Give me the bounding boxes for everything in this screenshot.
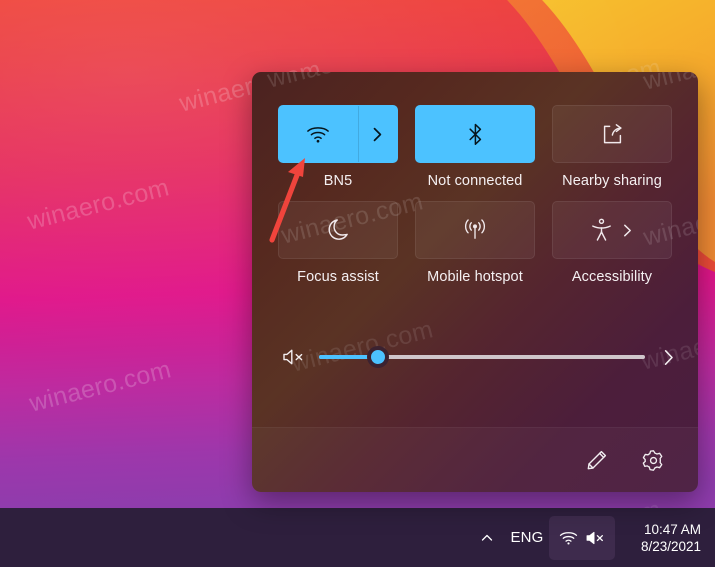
quick-settings-panel[interactable]: winaero.com winaero.com winaero.com wina…	[252, 72, 698, 492]
share-icon	[601, 123, 624, 146]
tile-cell-bluetooth: Not connected	[415, 105, 535, 190]
clock-time: 10:47 AM	[643, 521, 701, 537]
clock-button[interactable]: 10:47 AM 8/23/2021	[615, 516, 707, 560]
tile-cell-mobile-hotspot: Mobile hotspot	[415, 201, 535, 286]
settings-button[interactable]	[636, 443, 670, 477]
pencil-icon	[586, 449, 608, 471]
focus-assist-tile-label: Focus assist	[297, 269, 379, 285]
tray-status-icons[interactable]	[549, 515, 615, 560]
taskbar[interactable]: ENG 10:47 AM 8/23/2021	[0, 508, 715, 567]
bluetooth-icon	[466, 122, 485, 147]
wifi-tile[interactable]	[278, 105, 398, 163]
speaker-muted-icon	[585, 530, 605, 546]
bluetooth-tile-label: Not connected	[427, 173, 523, 189]
volume-row	[278, 337, 673, 377]
tile-cell-accessibility: Accessibility	[552, 201, 672, 286]
clock-date: 8/23/2021	[640, 538, 701, 554]
mobile-hotspot-tile-label: Mobile hotspot	[427, 269, 523, 285]
chevron-right-icon[interactable]	[621, 223, 634, 238]
tile-cell-nearby-sharing: Nearby sharing	[552, 105, 672, 190]
accessibility-tile[interactable]	[552, 201, 672, 259]
focus-assist-tile[interactable]	[278, 201, 398, 259]
hotspot-icon	[462, 219, 488, 241]
wifi-icon	[559, 530, 578, 546]
accessibility-tile-label: Accessibility	[571, 269, 653, 285]
edit-quick-settings-button[interactable]	[580, 443, 614, 477]
nearby-sharing-tile-label: Nearby sharing	[562, 173, 662, 189]
quick-settings-footer	[252, 427, 698, 492]
volume-slider-thumb[interactable]	[366, 346, 389, 368]
mobile-hotspot-tile[interactable]	[415, 201, 535, 259]
moon-icon	[327, 218, 350, 243]
nearby-sharing-tile[interactable]	[552, 105, 672, 163]
language-indicator[interactable]: ENG	[505, 516, 549, 560]
chevron-right-icon	[370, 126, 385, 143]
speaker-muted-icon	[282, 348, 305, 366]
quick-settings-body: winaero.com winaero.com winaero.com wina…	[252, 72, 698, 427]
wifi-toggle-button[interactable]	[279, 106, 358, 162]
watermark: winaero.com	[264, 72, 412, 95]
wifi-tile-label: BN5	[323, 173, 353, 189]
wifi-expand-button[interactable]	[357, 106, 397, 162]
chevron-up-icon	[479, 530, 495, 546]
volume-slider[interactable]	[319, 344, 645, 370]
gear-icon	[642, 449, 665, 472]
tile-cell-wifi: BN5	[278, 105, 398, 190]
screen: winaero.com winaero.com winaero.com wina…	[0, 0, 715, 567]
chevron-right-icon	[661, 348, 677, 367]
language-label: ENG	[510, 529, 544, 546]
quick-settings-tile-grid: BN5 Not connected Nearby sharing Focus a…	[278, 105, 672, 286]
watermark: winaero.com	[640, 72, 698, 97]
accessibility-icon	[591, 218, 612, 242]
volume-expand-button[interactable]	[656, 342, 682, 372]
volume-mute-button[interactable]	[278, 342, 308, 372]
show-hidden-icons-button[interactable]	[469, 516, 505, 560]
system-tray[interactable]: ENG 10:47 AM 8/23/2021	[469, 508, 707, 567]
wifi-icon	[306, 125, 330, 144]
bluetooth-tile[interactable]	[415, 105, 535, 163]
tile-cell-focus-assist: Focus assist	[278, 201, 398, 286]
